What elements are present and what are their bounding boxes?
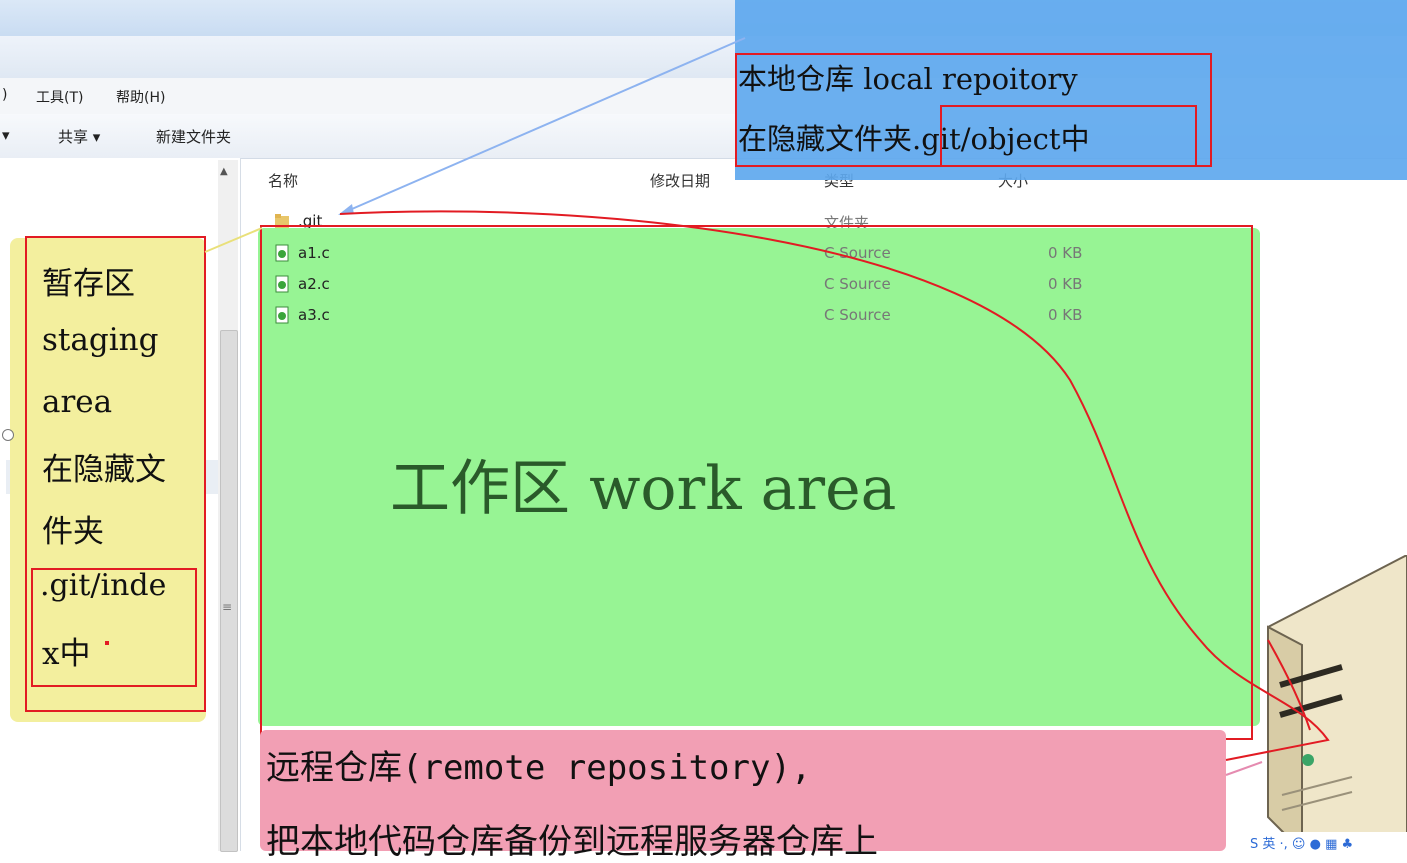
scroll-up-arrow-icon[interactable]: ▲ xyxy=(220,166,228,177)
menu-item-help[interactable]: 帮助(H) xyxy=(116,87,165,107)
server-icon xyxy=(1267,555,1407,851)
resize-handle[interactable] xyxy=(2,429,14,441)
new-folder-button[interactable]: 新建文件夹 xyxy=(156,126,231,147)
grip-icon: ≡ xyxy=(222,600,233,614)
ime-label[interactable]: S 英 ·, ☺ ● ▦ ♣ xyxy=(1250,833,1353,852)
column-header-name[interactable]: 名称 xyxy=(268,170,298,191)
column-header-date[interactable]: 修改日期 xyxy=(650,170,710,191)
toolbar-arrow-button[interactable]: ▾ xyxy=(2,126,10,144)
remote-line1: 远程仓库(remote repository), xyxy=(266,748,812,788)
work-area-red-box xyxy=(260,225,1253,740)
share-button[interactable]: 共享 ▾ xyxy=(58,126,100,147)
menu-item-tools[interactable]: 工具(T) xyxy=(36,87,83,107)
remote-line2: 把本地代码仓库备份到远程服务器仓库上 xyxy=(266,822,878,862)
remote-connector xyxy=(1225,761,1263,776)
git-index-red-box xyxy=(31,568,197,687)
ime-toolbar[interactable]: S 英 ·, ☺ ● ▦ ♣ xyxy=(1246,832,1407,852)
git-object-red-box xyxy=(940,105,1197,167)
nav-pane-scroll-thumb[interactable] xyxy=(220,330,238,852)
menu-item-fragment[interactable]: ) xyxy=(2,87,7,103)
